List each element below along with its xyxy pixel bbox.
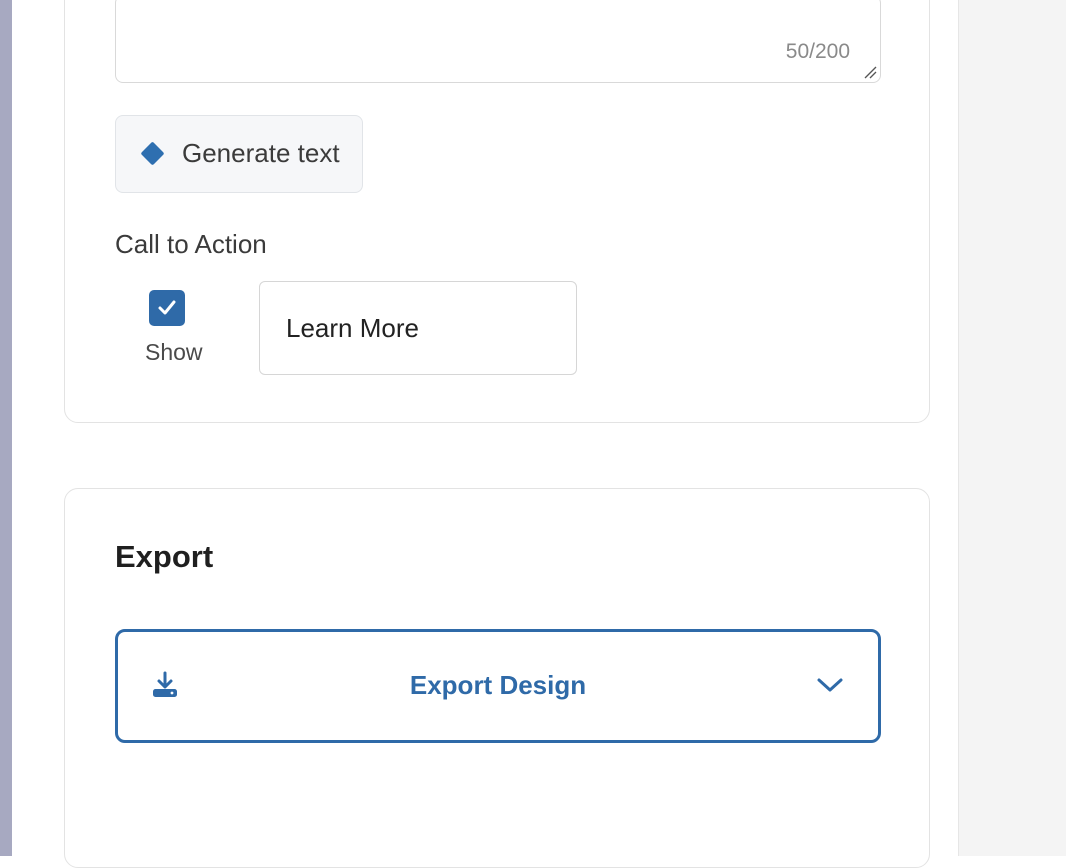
- export-title: Export: [115, 539, 214, 574]
- description-textarea[interactable]: 50/200: [115, 0, 881, 83]
- show-label: Show: [145, 339, 203, 365]
- generate-text-button[interactable]: Generate text: [115, 115, 363, 193]
- chevron-down-icon[interactable]: [816, 676, 844, 694]
- left-accent-bar: [0, 0, 12, 856]
- right-rail: [958, 0, 1066, 856]
- show-cta-checkbox[interactable]: [149, 290, 185, 326]
- export-card: Export Export Design: [64, 488, 930, 868]
- content-card: 50/200 Generate text Call to Action Show: [64, 0, 930, 423]
- cta-text-input[interactable]: [259, 281, 577, 375]
- resize-handle-icon[interactable]: [863, 65, 877, 79]
- checkmark-icon: [158, 300, 176, 315]
- export-design-label: Export Design: [409, 670, 587, 700]
- generate-text-label: Generate text: [182, 138, 340, 168]
- char-count: 50/200: [785, 40, 850, 63]
- call-to-action-label: Call to Action: [115, 229, 267, 259]
- main-panel: 50/200 Generate text Call to Action Show…: [12, 0, 958, 868]
- diamond-icon: [140, 141, 165, 166]
- export-design-button[interactable]: Export Design: [115, 629, 881, 743]
